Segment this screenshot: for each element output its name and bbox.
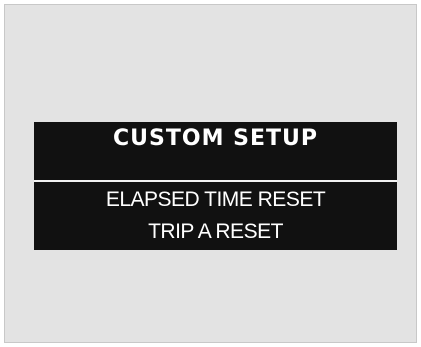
setup-menu: ELAPSED TIME RESET TRIP A RESET (34, 184, 397, 248)
menu-item-trip-a-reset[interactable]: TRIP A RESET (148, 216, 283, 248)
custom-setup-title: CUSTOM SETUP (113, 126, 318, 151)
lcd-display: CUSTOM SETUP ELAPSED TIME RESET TRIP A R… (34, 122, 397, 250)
figure-frame: CUSTOM SETUP ELAPSED TIME RESET TRIP A R… (4, 4, 417, 343)
title-divider (34, 180, 397, 182)
menu-item-elapsed-time-reset[interactable]: ELAPSED TIME RESET (106, 184, 326, 216)
